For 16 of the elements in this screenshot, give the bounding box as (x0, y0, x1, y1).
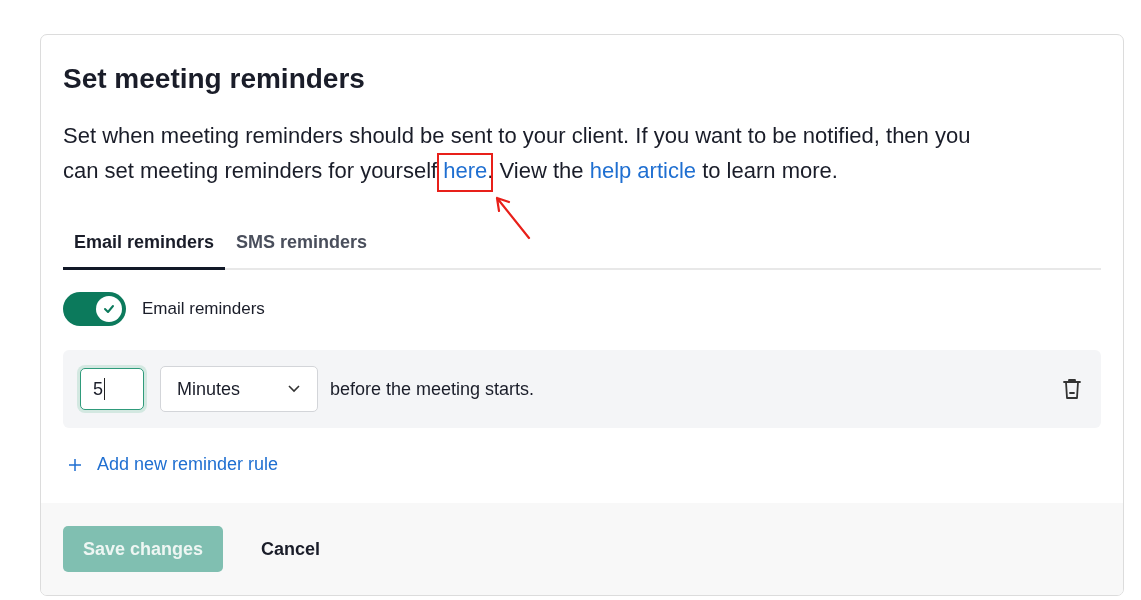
rule-text: before the meeting starts. (330, 378, 535, 400)
dialog-title: Set meeting reminders (63, 62, 366, 96)
trash-icon[interactable] (1061, 377, 1083, 401)
toggle-label: Email reminders (142, 299, 265, 319)
unit-dropdown[interactable]: Minutes (160, 366, 318, 412)
chevron-down-icon (287, 385, 301, 393)
help-link[interactable]: help article (583, 153, 703, 192)
add-rule-link[interactable]: Add new reminder rule (67, 454, 279, 475)
description-text: Set when meeting reminders should be sent to your client. If you want to be notified, then you can set meeting reminders for yourself here. View the help article to learn more. (63, 119, 1008, 192)
tab[interactable]: Email reminders (63, 222, 226, 270)
number-field[interactable]: 5 (80, 368, 144, 410)
cancel-button[interactable]: Cancel (241, 526, 341, 572)
tab[interactable]: SMS reminders (225, 222, 379, 270)
plus-icon (67, 456, 83, 473)
check-icon (103, 304, 115, 314)
toggle-switch[interactable] (63, 292, 126, 326)
